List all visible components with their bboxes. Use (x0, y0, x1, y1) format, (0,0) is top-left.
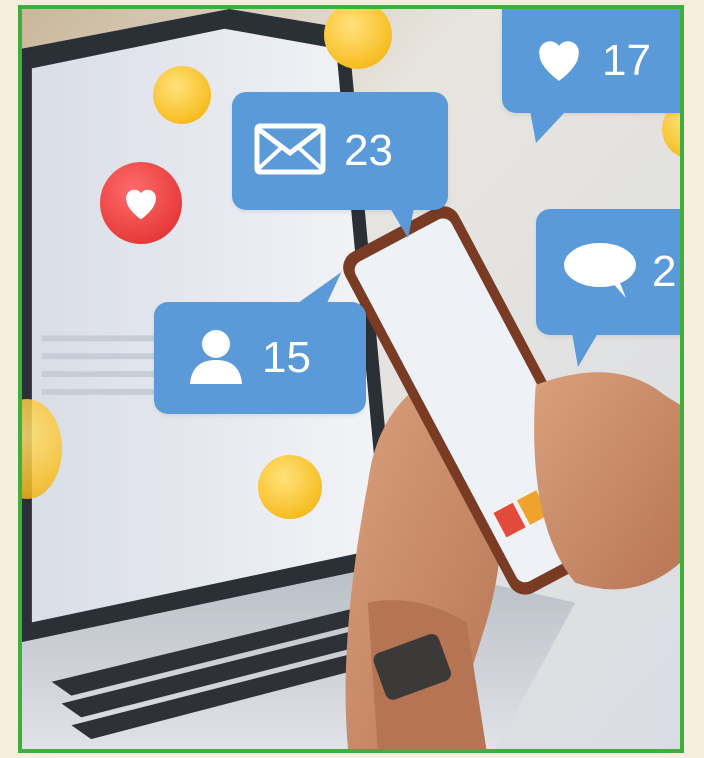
followers-notification-bubble: 15 (154, 272, 366, 414)
grinning-emoji-icon (153, 66, 211, 124)
photo-frame: 23 17 15 2 (18, 5, 684, 753)
speech-bubble-icon (560, 240, 640, 305)
comments-notification-bubble: 2 (536, 209, 680, 367)
messages-count: 23 (344, 126, 393, 175)
messages-notification-bubble: 23 (232, 92, 448, 238)
comments-count: 2 (652, 247, 677, 296)
followers-count: 15 (262, 333, 311, 382)
likes-count: 17 (602, 36, 651, 85)
likes-notification-bubble: 17 (502, 9, 680, 143)
heart-badge-icon (100, 162, 182, 244)
envelope-icon (254, 123, 326, 180)
heart-icon (532, 35, 586, 88)
heart-eyes-emoji-icon (258, 455, 322, 519)
user-icon (186, 326, 246, 391)
